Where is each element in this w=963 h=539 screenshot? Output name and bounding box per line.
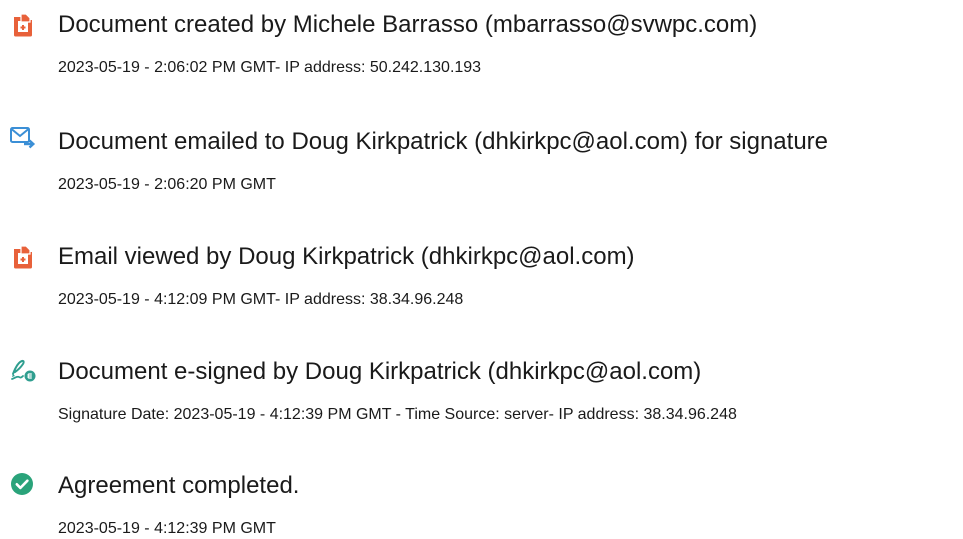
event-title: Agreement completed. [58,472,300,499]
email-viewed-icon [10,244,36,270]
event-title: Document e-signed by Doug Kirkpatrick (d… [58,358,702,385]
event-title: Document created by Michele Barrasso (mb… [58,11,758,38]
event-title: Document emailed to Doug Kirkpatrick (dh… [58,128,829,155]
event-detail: 2023-05-19 - 2:06:02 PM GMT- IP address:… [58,59,482,76]
event-detail: 2023-05-19 - 2:06:20 PM GMT [58,176,276,193]
check-circle-icon [10,471,36,497]
document-created-icon [10,12,36,38]
e-sign-pen-icon [10,357,36,383]
email-sent-icon [10,124,36,150]
event-detail: Signature Date: 2023-05-19 - 4:12:39 PM … [58,406,737,423]
event-detail: 2023-05-19 - 4:12:09 PM GMT- IP address:… [58,291,464,308]
event-detail: 2023-05-19 - 4:12:39 PM GMT [58,520,276,537]
event-title: Email viewed by Doug Kirkpatrick (dhkirk… [58,243,635,270]
